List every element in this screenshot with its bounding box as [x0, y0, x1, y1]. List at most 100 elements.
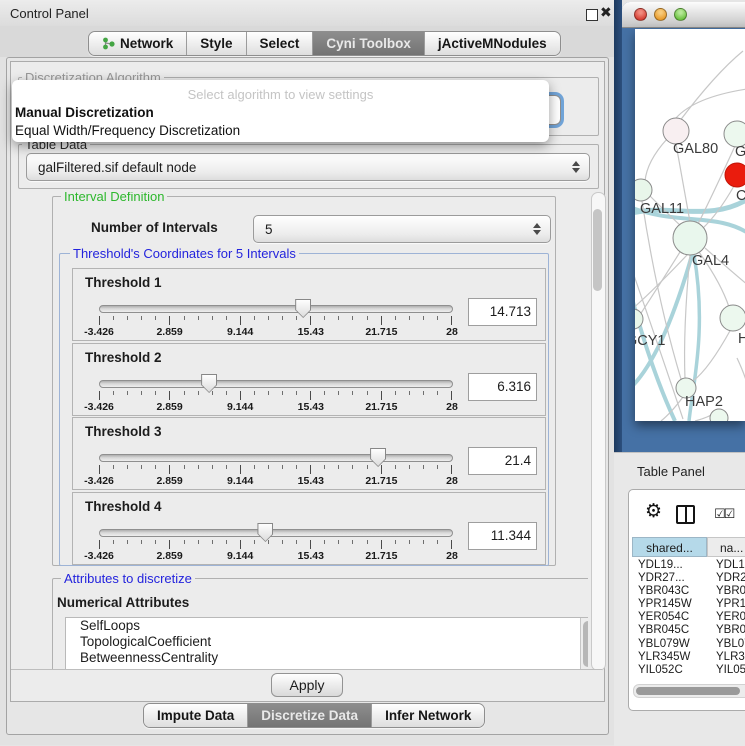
- tick-mark: [395, 465, 396, 469]
- table-row[interactable]: YPR145WYPR145W: [632, 598, 745, 611]
- cell-name: YIL052C: [707, 664, 745, 676]
- scrollbar-thumb[interactable]: [583, 621, 588, 667]
- network-edge-highlighted: [635, 255, 692, 391]
- attribute-item[interactable]: BetweennessCentrality: [66, 650, 588, 666]
- tick-mark: [437, 540, 438, 544]
- popup-item[interactable]: Equal Width/Frequency Discretization: [12, 122, 549, 140]
- network-node[interactable]: [725, 163, 745, 187]
- threshold-value-field[interactable]: 11.344: [468, 522, 537, 550]
- tick-mark: [310, 540, 311, 549]
- tick-mark: [99, 540, 100, 549]
- minimize-light[interactable]: [654, 8, 667, 21]
- tick-label: 28: [446, 475, 458, 487]
- table-horizontal-scrollbar[interactable]: [633, 684, 745, 698]
- threshold-title: Threshold 1: [85, 275, 162, 290]
- tick-mark: [127, 316, 128, 320]
- node-label: C: [736, 188, 745, 204]
- cell-shared-name: YBL079W: [632, 638, 707, 651]
- table-row[interactable]: YER054CYER054C: [632, 611, 745, 624]
- tick-mark: [282, 540, 283, 544]
- threshold-value-field[interactable]: 21.4: [468, 447, 537, 475]
- table-row[interactable]: YBR043CYBR043C: [632, 585, 745, 598]
- threshold-title: Threshold 4: [85, 499, 162, 514]
- tick-mark: [296, 391, 297, 395]
- slider-tick-labels: -3.4262.8599.14415.4321.71528: [99, 475, 452, 487]
- attribute-item[interactable]: TopologicalCoefficient: [66, 634, 588, 650]
- table-row[interactable]: YDR27...YDR27...: [632, 572, 745, 585]
- numerical-attributes-list[interactable]: SelfLoopsTopologicalCoefficientBetweenne…: [65, 617, 588, 669]
- settings-vertical-scrollbar[interactable]: [591, 192, 606, 671]
- float-window-icon[interactable]: [586, 9, 598, 21]
- threshold-title: Threshold 2: [85, 350, 162, 365]
- tick-mark: [409, 391, 410, 395]
- tick-mark: [113, 316, 114, 320]
- close-light[interactable]: [634, 8, 647, 21]
- tick-mark: [212, 465, 213, 469]
- table-row[interactable]: YLR345WYLR345W: [632, 651, 745, 664]
- tab-cyni-toolbox[interactable]: Cyni Toolbox: [313, 32, 425, 55]
- slider-track[interactable]: [99, 529, 453, 537]
- cell-name: YDR27...: [707, 572, 745, 585]
- tab-jactivemnodules[interactable]: jActiveMNodules: [425, 32, 560, 55]
- table-row[interactable]: YIL052CYIL052C: [632, 664, 745, 676]
- tick-mark: [254, 316, 255, 320]
- threshold-value-field[interactable]: 6.316: [468, 373, 537, 401]
- slider-track[interactable]: [99, 305, 453, 313]
- scrollbar-thumb[interactable]: [636, 687, 740, 695]
- tab-style[interactable]: Style: [187, 32, 246, 55]
- tick-label: 15.43: [298, 326, 324, 338]
- tick-mark: [240, 316, 241, 325]
- node-label: GAL11: [640, 201, 684, 217]
- tick-label: 9.144: [227, 326, 253, 338]
- column-header-shared[interactable]: shared...: [632, 537, 707, 557]
- slider-track[interactable]: [99, 380, 453, 388]
- tick-mark: [155, 316, 156, 320]
- threshold-value-field[interactable]: 14.713: [468, 298, 537, 326]
- tick-label: 15.43: [298, 550, 324, 562]
- tab-network[interactable]: Network: [89, 32, 187, 55]
- network-node[interactable]: [635, 179, 652, 201]
- column-header-name[interactable]: na...: [707, 537, 745, 557]
- table-data-combobox[interactable]: galFiltered.sif default node: [26, 153, 590, 181]
- attribute-item[interactable]: SelfLoops: [66, 618, 588, 634]
- tick-mark: [451, 316, 452, 325]
- table-row[interactable]: YDL19...YDL19...: [632, 559, 745, 572]
- cell-shared-name: YPR145W: [632, 598, 707, 611]
- tick-mark: [423, 540, 424, 544]
- network-node[interactable]: [673, 221, 707, 255]
- node-label: GA: [735, 144, 745, 160]
- gear-icon[interactable]: ⚙: [645, 502, 662, 521]
- slider-ticks: [99, 391, 452, 401]
- network-icon: [102, 37, 115, 50]
- slider-track[interactable]: [99, 454, 453, 462]
- tick-mark: [423, 316, 424, 320]
- popup-placeholder-item[interactable]: Select algorithm to view settings: [12, 80, 549, 104]
- tab-select[interactable]: Select: [247, 32, 314, 55]
- combo-stepper-icon: [528, 223, 546, 235]
- network-canvas[interactable]: GAL80GACGAL11GAL4GCY1HHAP2: [635, 29, 745, 421]
- table-row[interactable]: YBR045CYBR045C: [632, 624, 745, 637]
- apply-button[interactable]: Apply: [271, 673, 343, 697]
- network-node[interactable]: [710, 409, 728, 421]
- tab-label: Network: [120, 32, 173, 55]
- bottom-tab-impute-data[interactable]: Impute Data: [144, 704, 248, 727]
- cell-name: YBL079W: [707, 638, 745, 651]
- tab-label: jActiveMNodules: [438, 32, 547, 55]
- bottom-tab-discretize-data[interactable]: Discretize Data: [248, 704, 372, 727]
- popup-item[interactable]: Manual Discretization: [12, 104, 549, 122]
- tick-mark: [184, 316, 185, 320]
- attributes-list-scrollbar[interactable]: [580, 618, 588, 669]
- split-view-icon[interactable]: [676, 505, 695, 524]
- network-node[interactable]: [720, 305, 745, 331]
- zoom-light[interactable]: [674, 8, 687, 21]
- tick-mark: [437, 465, 438, 469]
- number-of-intervals-combobox[interactable]: 5: [253, 215, 551, 243]
- close-icon[interactable]: ✖: [600, 4, 612, 21]
- checkbox-icons[interactable]: ☑☑: [714, 506, 733, 522]
- tick-label: 2.859: [156, 550, 182, 562]
- scrollbar-thumb[interactable]: [593, 209, 602, 291]
- bottom-tab-infer-network[interactable]: Infer Network: [372, 704, 484, 727]
- tick-mark: [296, 316, 297, 320]
- table-row[interactable]: YBL079WYBL079W: [632, 638, 745, 651]
- number-of-intervals-value: 5: [254, 222, 528, 237]
